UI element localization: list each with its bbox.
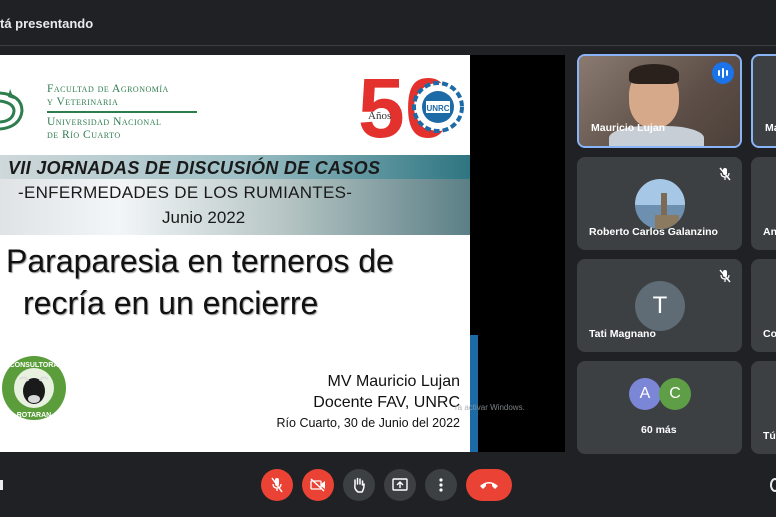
present-screen-icon	[392, 478, 408, 491]
more-vert-icon	[439, 478, 443, 492]
author-role: Docente FAV, UNRC	[313, 394, 460, 411]
anniversary-logo: 50 UNRC	[358, 61, 464, 145]
speaking-indicator-icon	[712, 62, 734, 84]
faculty-line-4: de Río Cuarto	[47, 128, 121, 141]
participant-tile-roberto[interactable]: Roberto Carlos Galanzino	[577, 157, 742, 250]
participant-avatar-photo	[635, 179, 685, 229]
leave-call-button[interactable]	[466, 469, 512, 501]
participant-name: Ma	[765, 122, 776, 134]
bottom-right-edge-icon[interactable]	[770, 478, 776, 492]
participant-hair	[629, 64, 679, 84]
participant-name: Tú	[763, 430, 776, 442]
mic-toggle-button[interactable]	[261, 469, 293, 501]
unrc-label: UNRC	[426, 104, 449, 113]
slide-edge-strip	[470, 335, 478, 452]
camera-off-icon	[310, 478, 325, 492]
mic-off-icon	[271, 477, 283, 493]
participant-name: Tati Magnano	[589, 328, 656, 340]
anniversary-label: Años	[368, 110, 392, 122]
participant-avatar-c: C	[659, 378, 691, 410]
author-place-date: Río Cuarto, 30 de Junio del 2022	[276, 416, 460, 430]
bottom-left-edge-mark	[0, 480, 3, 490]
more-participants-tile[interactable]: A C 60 más	[577, 361, 742, 454]
presentation-area[interactable]: Facultad de Agronomía y Veterinaria Univ…	[0, 55, 565, 452]
event-date: Junio 2022	[162, 208, 246, 227]
participant-name: Roberto Carlos Galanzino	[589, 226, 718, 238]
windows-watermark: ra activar Windows.	[455, 403, 525, 412]
camera-toggle-button[interactable]	[302, 469, 334, 501]
headline-line-1: Paraparesia en terneros de	[6, 243, 394, 279]
more-participants-label: 60 más	[641, 424, 677, 436]
participant-name: An	[763, 226, 776, 238]
consultora-text-2: ROTARAN	[17, 412, 51, 419]
faculty-logo	[0, 89, 24, 131]
participant-tile-tati[interactable]: T Tati Magnano	[577, 259, 742, 352]
participant-tile-partial-2[interactable]: An	[751, 157, 776, 250]
top-bar: tá presentando	[0, 0, 776, 46]
participant-tile-partial-4[interactable]: Tú	[751, 361, 776, 454]
participant-avatar: T	[635, 281, 685, 331]
participant-name: Co	[763, 328, 776, 340]
mic-off-icon	[719, 167, 731, 181]
faculty-line-3: Universidad Nacional	[47, 116, 162, 128]
consultora-logo: CONSULTORA ROTARAN	[2, 356, 66, 420]
hand-icon	[354, 477, 365, 493]
hang-up-icon	[480, 482, 498, 489]
slide-headline: Paraparesia en terneros de recría en un …	[6, 240, 470, 324]
participant-tile-mauricio[interactable]: Mauricio Lujan	[577, 54, 742, 148]
headline-line-2: recría en un encierre	[23, 285, 319, 321]
faculty-divider	[47, 111, 197, 113]
presenting-label: tá presentando	[0, 16, 94, 31]
participant-tile-partial-1[interactable]: Ma	[751, 54, 776, 148]
faculty-line-2: y Veterinaria	[47, 95, 119, 108]
participant-avatar-a: A	[629, 378, 661, 410]
present-now-button[interactable]	[384, 469, 416, 501]
slide: Facultad de Agronomía y Veterinaria Univ…	[0, 55, 470, 452]
event-subtitle: -ENFERMEDADES DE LOS RUMIANTES-	[18, 183, 353, 202]
more-options-button[interactable]	[425, 469, 457, 501]
author-name: MV Mauricio Lujan	[327, 373, 461, 390]
faculty-name: Facultad de Agronomía y Veterinaria Univ…	[47, 83, 197, 141]
meet-window: tá presentando Facultad de Agronomía y V…	[0, 0, 776, 517]
event-title: VII JORNADAS DE DISCUSIÓN DE CASOS	[8, 158, 381, 178]
participant-name: Mauricio Lujan	[591, 122, 666, 134]
faculty-line-1: Facultad de Agronomía	[47, 83, 169, 95]
consultora-text: CONSULTORA	[10, 362, 59, 369]
raise-hand-button[interactable]	[343, 469, 375, 501]
participant-tile-partial-3[interactable]: Co	[751, 259, 776, 352]
mic-off-icon	[719, 269, 731, 283]
